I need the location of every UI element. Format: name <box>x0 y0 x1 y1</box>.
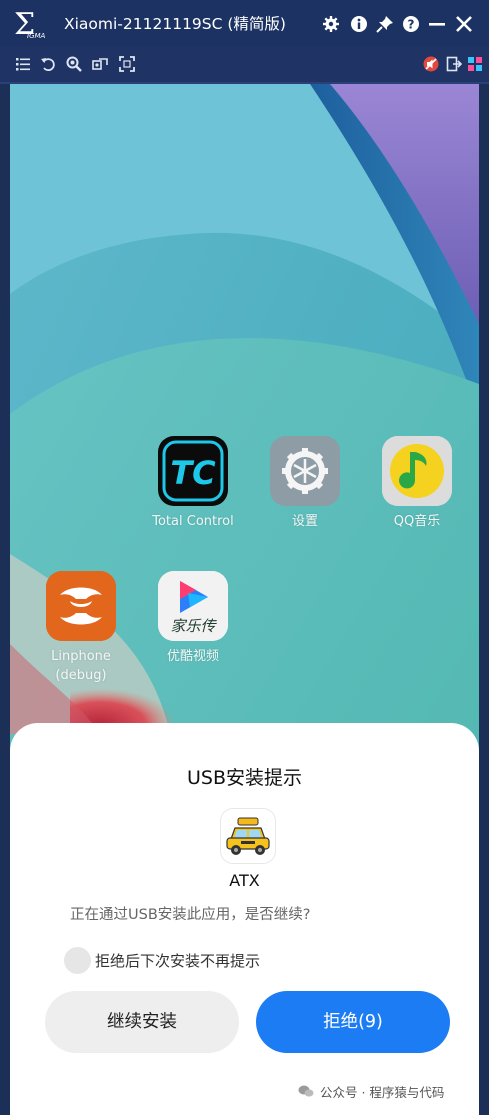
dialog-message: 正在通过USB安装此应用，是否继续? <box>70 907 311 923</box>
window-title-bar: Σ IGMA Xiaomi-21121119SC (精简版) ? <box>0 0 489 46</box>
settings-icon[interactable] <box>322 15 340 33</box>
window-title: Xiaomi-21121119SC (精简版) <box>64 15 286 33</box>
app-name-label: ATX <box>229 871 260 890</box>
rotate-icon[interactable] <box>40 56 56 72</box>
help-icon[interactable]: ? <box>402 15 420 33</box>
linphone-icon <box>46 571 116 641</box>
app-youku[interactable]: 家乐传 优酷视频 <box>138 571 248 666</box>
grid-icon[interactable] <box>467 56 483 72</box>
watermark-text: 公众号 · 程序猿与代码 <box>320 1085 445 1100</box>
usb-install-dialog: USB安装提示 ATX 正在通过USB安装此应用，是否继续? 拒绝后下次安装不再… <box>10 723 479 1115</box>
checkbox-label: 拒绝后下次安装不再提示 <box>95 952 261 970</box>
pin-icon[interactable] <box>376 15 394 33</box>
app-label: Linphone (debug) <box>51 649 111 683</box>
tc-icon-text: TC <box>170 454 216 492</box>
youku-icon: 家乐传 <box>158 571 228 641</box>
app-linphone[interactable]: Linphone (debug) <box>26 571 136 685</box>
close-icon[interactable] <box>455 15 473 33</box>
svg-text:IGMA: IGMA <box>27 32 46 40</box>
screenshot-icon[interactable] <box>92 56 108 72</box>
youku-icon-text: 家乐传 <box>170 617 216 635</box>
dialog-title: USB安装提示 <box>186 767 302 789</box>
dont-remind-checkbox[interactable] <box>64 947 91 974</box>
info-icon[interactable] <box>350 15 368 33</box>
app-label: Total Control <box>152 514 234 529</box>
menu-icon[interactable] <box>15 56 31 72</box>
atx-app-icon <box>221 809 275 863</box>
settings-gear-icon <box>270 436 340 506</box>
device-screen[interactable]: TC Total Control 设置 QQ音乐 Linphone (debug… <box>10 84 479 1115</box>
app-label: 设置 <box>291 514 318 529</box>
app-settings[interactable]: 设置 <box>250 436 360 531</box>
fullscreen-icon[interactable] <box>119 56 135 72</box>
wechat-icon <box>298 1085 314 1097</box>
export-icon[interactable] <box>446 56 462 72</box>
sigma-logo-icon: Σ IGMA <box>14 7 46 42</box>
app-label: QQ音乐 <box>393 514 441 529</box>
svg-text:?: ? <box>408 18 415 32</box>
zoom-icon[interactable] <box>66 56 82 72</box>
total-control-icon: TC <box>158 436 228 506</box>
minimize-icon[interactable] <box>428 15 446 33</box>
no-sound-icon[interactable] <box>423 56 439 72</box>
qq-music-icon <box>382 436 452 506</box>
reject-button[interactable]: 拒绝(9) <box>256 991 450 1053</box>
device-toolbar <box>0 46 489 84</box>
app-qq-music[interactable]: QQ音乐 <box>362 436 472 531</box>
app-label: 优酷视频 <box>166 649 219 664</box>
app-total-control[interactable]: TC Total Control <box>138 436 248 531</box>
continue-install-button[interactable]: 继续安装 <box>45 991 239 1053</box>
